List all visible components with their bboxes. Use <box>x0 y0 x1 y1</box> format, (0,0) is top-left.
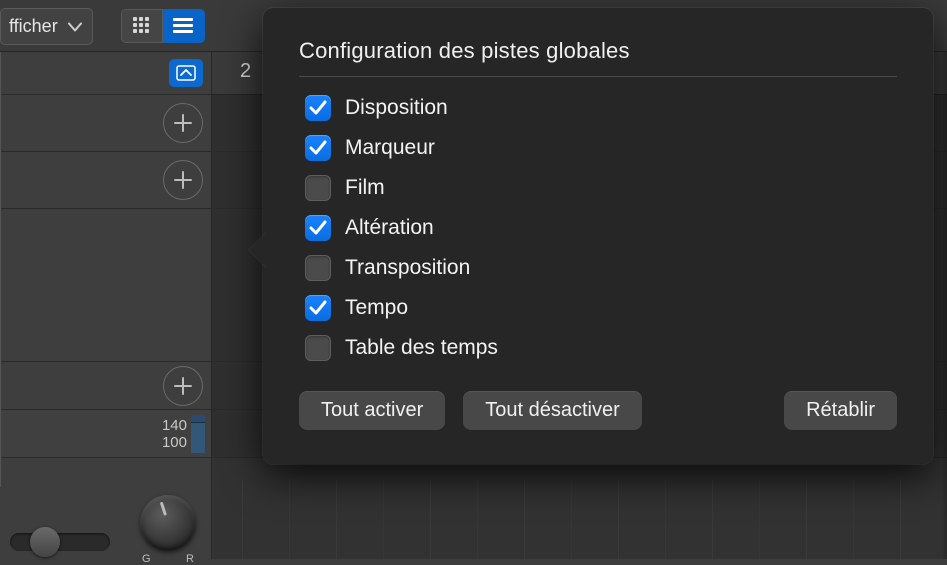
view-toggle <box>121 9 205 43</box>
divider <box>299 76 897 77</box>
option-label: Disposition <box>345 96 448 120</box>
enable-all-button[interactable]: Tout activer <box>299 391 445 430</box>
option-label: Altération <box>345 216 434 240</box>
tempo-lo: 100 <box>162 434 187 451</box>
pan-knob[interactable] <box>140 495 196 551</box>
tempo-row: 140 100 <box>0 410 211 458</box>
checkbox[interactable] <box>305 95 331 121</box>
checkbox[interactable] <box>305 295 331 321</box>
collapse-global-tracks-button[interactable] <box>169 59 203 87</box>
option-label: Film <box>345 176 385 200</box>
option-tempo[interactable]: Tempo <box>305 295 897 321</box>
option-disposition[interactable]: Disposition <box>305 95 897 121</box>
checkbox[interactable] <box>305 255 331 281</box>
popover-title: Configuration des pistes globales <box>299 38 897 64</box>
tempo-values: 140 100 <box>162 417 187 451</box>
checkbox[interactable] <box>305 215 331 241</box>
option-transposition[interactable]: Transposition <box>305 255 897 281</box>
checkbox[interactable] <box>305 175 331 201</box>
check-icon <box>309 300 327 316</box>
check-icon <box>309 140 327 156</box>
popover-arrow <box>249 232 267 268</box>
grid-icon <box>133 17 151 35</box>
list-view-button[interactable] <box>163 9 205 43</box>
display-menu[interactable]: fficher <box>0 8 93 45</box>
bar-ticks <box>212 479 947 559</box>
track-row <box>0 209 211 362</box>
popover-buttons: Tout activer Tout désactiver Rétablir <box>299 391 897 430</box>
ruler-tick-label: 2 <box>240 60 251 83</box>
restore-button[interactable]: Rétablir <box>784 391 897 430</box>
plus-icon <box>174 377 192 395</box>
list-icon <box>173 18 193 34</box>
option-marqueur[interactable]: Marqueur <box>305 135 897 161</box>
pan-right-label: R <box>186 553 194 565</box>
pan-left-label: G <box>142 553 151 565</box>
chevron-up-box-icon <box>176 65 196 81</box>
option-film[interactable]: Film <box>305 175 897 201</box>
horizontal-zoom-slider[interactable] <box>10 533 110 551</box>
check-icon <box>309 100 327 116</box>
plus-icon <box>174 114 192 132</box>
plus-icon <box>174 171 192 189</box>
grid-view-button[interactable] <box>121 9 163 43</box>
option-label: Tempo <box>345 296 408 320</box>
checkbox-list: Disposition Marqueur Film Altération Tra… <box>305 95 897 361</box>
add-track-button[interactable] <box>163 103 203 143</box>
add-track-button[interactable] <box>163 366 203 406</box>
option-label: Transposition <box>345 256 470 280</box>
option-label: Marqueur <box>345 136 435 160</box>
global-tracks-popover: Configuration des pistes globales Dispos… <box>263 8 933 464</box>
display-menu-label: fficher <box>9 16 58 37</box>
tracks-panel: 140 100 G R <box>0 52 212 559</box>
track-row <box>0 95 211 152</box>
track-row <box>0 362 211 410</box>
track-header-row <box>0 52 211 95</box>
chevron-down-icon <box>68 16 82 37</box>
tempo-lane-stub <box>191 415 205 453</box>
add-track-button[interactable] <box>163 160 203 200</box>
option-alteration[interactable]: Altération <box>305 215 897 241</box>
disable-all-button[interactable]: Tout désactiver <box>463 391 642 430</box>
track-row <box>0 152 211 209</box>
bottom-controls: G R <box>0 487 211 559</box>
checkbox[interactable] <box>305 135 331 161</box>
option-label: Table des temps <box>345 336 498 360</box>
option-table-des-temps[interactable]: Table des temps <box>305 335 897 361</box>
slider-thumb[interactable] <box>30 527 60 557</box>
checkbox[interactable] <box>305 335 331 361</box>
tempo-hi: 140 <box>162 417 187 434</box>
check-icon <box>309 220 327 236</box>
